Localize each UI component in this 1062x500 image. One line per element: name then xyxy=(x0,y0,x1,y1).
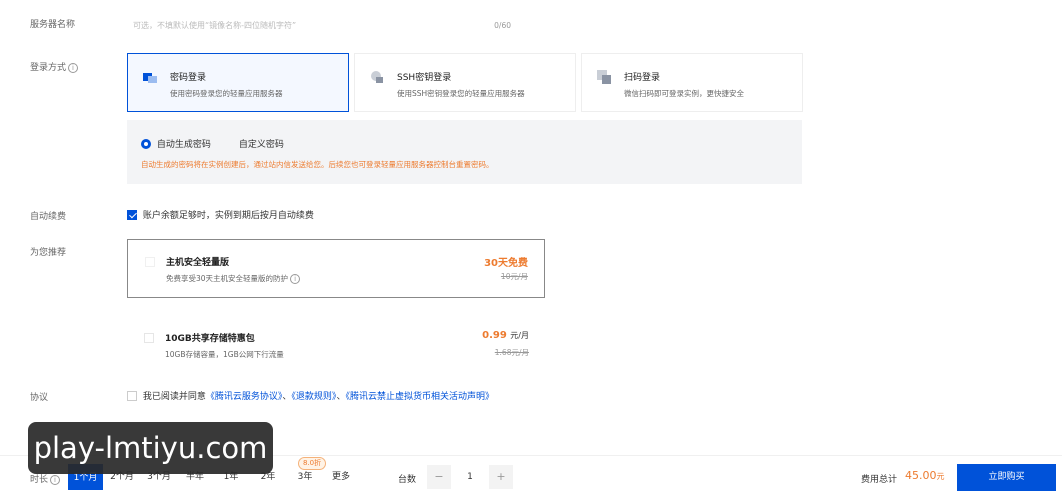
recommend-desc-text: 免费享受30天主机安全轻量版的防护 xyxy=(166,274,289,283)
server-name-placeholder: 可选，不填默认使用“镜像名称-四位随机字符” xyxy=(133,21,297,30)
auto-renew-label: 自动续费 xyxy=(30,212,67,222)
total-unit: 元 xyxy=(936,472,945,481)
duration-label-text: 时长 xyxy=(30,475,49,485)
agreement-prefix: 我已阅读并同意 xyxy=(142,392,206,402)
recommend-price: 30天免费 xyxy=(484,258,528,269)
total-value: 45.00 xyxy=(905,469,937,482)
radio-label: 自定义密码 xyxy=(238,140,284,150)
info-icon[interactable]: i xyxy=(50,474,61,485)
login-option-title: 扫码登录 xyxy=(624,73,661,83)
recommend-original-price: 10元/月 xyxy=(500,272,528,281)
recommend-original-price: 1.68元/月 xyxy=(494,348,529,357)
duration-more[interactable]: 更多 xyxy=(324,464,358,490)
recommend-item-storage[interactable]: 10GB共享存储特惠包 10GB存储容量，1GB公网下行流量 0.99 元/月 … xyxy=(127,316,545,375)
agreement-row: 我已阅读并同意《腾讯云服务协议》、《退款规则》、《腾讯云禁止虚拟货币相关活动声明… xyxy=(127,389,494,402)
radio-icon xyxy=(223,138,233,149)
server-name-label: 服务器名称 xyxy=(30,20,76,30)
ssh-key-icon xyxy=(371,71,383,83)
server-name-counter: 0/60 xyxy=(494,21,511,30)
discount-badge: 8.0折 xyxy=(298,457,327,470)
recommend-title: 10GB共享存储特惠包 xyxy=(165,334,255,344)
server-name-input[interactable]: 可选，不填默认使用“镜像名称-四位随机字符” 0/60 xyxy=(127,12,519,36)
checkbox-icon xyxy=(127,209,137,220)
recommend-price: 0.99 元/月 xyxy=(482,330,529,341)
login-method-label: 登录方式 i xyxy=(30,60,79,73)
quantity-plus-button[interactable]: + xyxy=(489,465,513,489)
login-option-desc: 使用密码登录您的轻量应用服务器 xyxy=(170,89,283,98)
link-refund-rules[interactable]: 《退款规则》 xyxy=(291,392,336,402)
recommend-price-value: 0.99 xyxy=(482,330,507,341)
recommend-desc: 10GB存储容量，1GB公网下行流量 xyxy=(165,350,284,359)
login-option-desc: 微信扫码即可登录实例，更快捷安全 xyxy=(624,89,744,98)
buy-now-button[interactable]: 立即购买 xyxy=(957,464,1056,491)
info-icon[interactable]: i xyxy=(290,274,301,284)
radio-icon xyxy=(141,138,151,149)
auto-renew-checkbox[interactable]: 账户余额足够时，实例到期后按月自动续费 xyxy=(127,208,314,221)
quantity-label: 台数 xyxy=(398,475,417,485)
checkbox-icon[interactable] xyxy=(144,333,154,343)
password-icon xyxy=(143,73,157,83)
radio-custom-password[interactable]: 自定义密码 xyxy=(223,137,284,150)
auto-renew-text: 账户余额足够时，实例到期后按月自动续费 xyxy=(142,211,314,221)
recommend-desc: 免费享受30天主机安全轻量版的防护 i xyxy=(166,273,301,284)
login-option-qrcode[interactable]: 扫码登录 微信扫码即可登录实例，更快捷安全 xyxy=(581,53,803,112)
agreement-label: 协议 xyxy=(30,393,49,403)
recommend-item-host-security[interactable]: 主机安全轻量版 免费享受30天主机安全轻量版的防护 i 30天免费 10元/月 xyxy=(127,239,545,298)
quantity-input[interactable]: 1 xyxy=(451,465,489,489)
radio-label: 自动生成密码 xyxy=(156,140,211,150)
recommend-title: 主机安全轻量版 xyxy=(166,258,230,268)
qrcode-icon xyxy=(597,70,611,84)
password-options-panel: 自动生成密码 自定义密码 自动生成的密码将在实例创建后，通过站内信发送给您。后续… xyxy=(127,120,802,184)
watermark-overlay: play-lmtiyu.com xyxy=(28,422,273,474)
login-option-desc: 使用SSH密钥登录您的轻量应用服务器 xyxy=(397,89,525,98)
login-option-ssh[interactable]: SSH密钥登录 使用SSH密钥登录您的轻量应用服务器 xyxy=(354,53,576,112)
login-option-title: SSH密钥登录 xyxy=(397,73,452,83)
info-icon[interactable]: i xyxy=(68,62,79,73)
login-option-title: 密码登录 xyxy=(170,73,207,83)
recommend-price-unit: 元/月 xyxy=(510,331,529,340)
radio-auto-password[interactable]: 自动生成密码 xyxy=(141,137,211,150)
quantity-minus-button[interactable]: − xyxy=(427,465,451,489)
recommend-label: 为您推荐 xyxy=(30,248,67,258)
checkbox-icon[interactable] xyxy=(145,257,155,267)
total-price: 45.00元 xyxy=(905,469,945,482)
password-notice: 自动生成的密码将在实例创建后，通过站内信发送给您。后续您也可登录轻量应用服务器控… xyxy=(141,160,494,169)
link-virtual-currency-statement[interactable]: 《腾讯云禁止虚拟货币相关活动声明》 xyxy=(345,392,494,402)
agreement-checkbox[interactable] xyxy=(127,390,137,401)
login-option-password[interactable]: 密码登录 使用密码登录您的轻量应用服务器 xyxy=(127,53,349,112)
link-service-agreement[interactable]: 《腾讯云服务协议》 xyxy=(206,392,283,402)
total-label: 费用总计 xyxy=(861,475,898,485)
login-method-label-text: 登录方式 xyxy=(30,63,67,73)
